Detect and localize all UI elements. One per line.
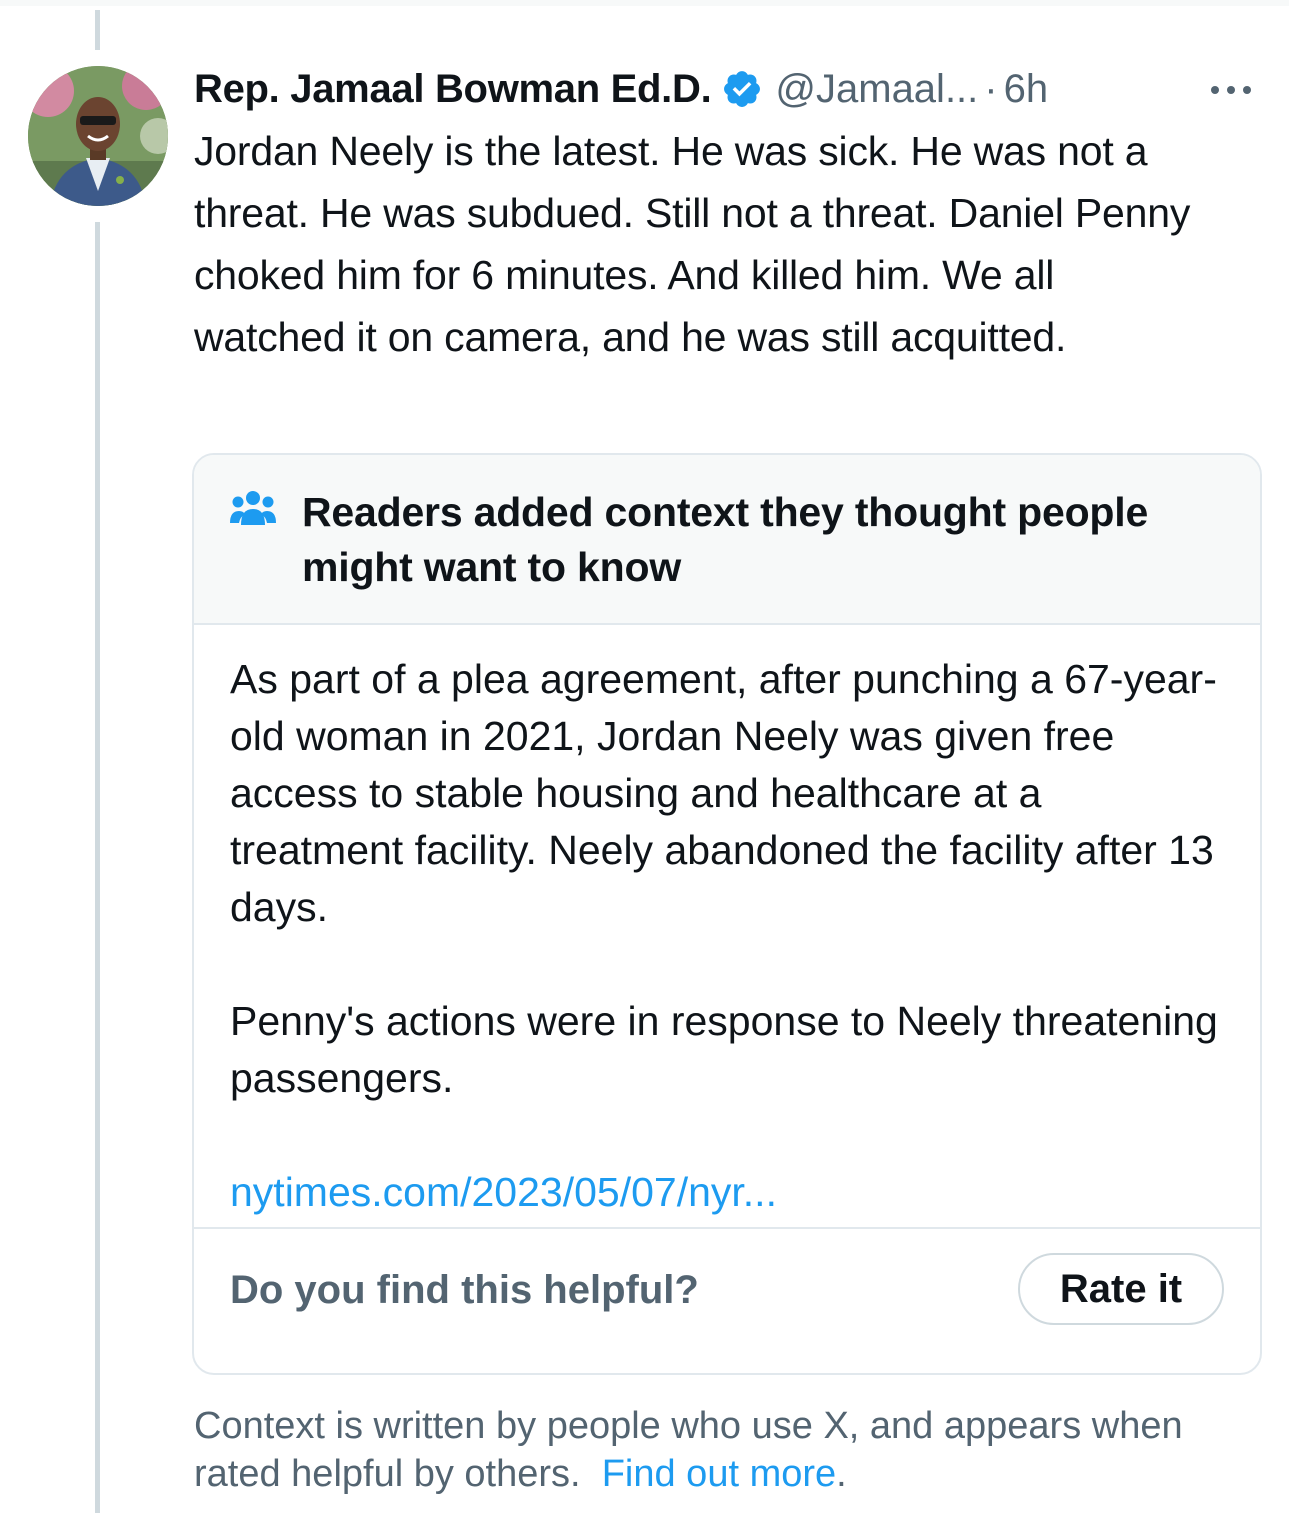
thread-line-top <box>95 10 100 50</box>
helpful-question: Do you find this helpful? <box>230 1268 699 1312</box>
source-link[interactable]: nytimes.com/2023/05/07/nyr... <box>230 1164 1224 1221</box>
context-disclaimer: Context is written by people who use X, … <box>194 1402 1254 1498</box>
thread-line <box>95 222 100 1513</box>
timestamp[interactable]: 6h <box>1004 60 1049 118</box>
rate-it-button[interactable]: Rate it <box>1018 1253 1224 1325</box>
avatar-photo <box>28 66 168 206</box>
people-group-icon <box>230 489 276 529</box>
note-paragraph: As part of a plea agreement, after punch… <box>230 656 1217 930</box>
disclaimer-period: . <box>836 1453 847 1495</box>
header-separator: · <box>984 67 998 111</box>
tweet-header: Rep. Jamaal Bowman Ed.D. @Jamaal... · 6h <box>194 60 1269 118</box>
community-note-title: Readers added context they thought peopl… <box>302 489 1149 590</box>
more-options-icon[interactable] <box>1203 70 1259 110</box>
community-note-footer: Do you find this helpful? Rate it <box>194 1227 1260 1353</box>
avatar[interactable] <box>28 66 168 206</box>
community-note-header: Readers added context they thought peopl… <box>194 455 1260 625</box>
verified-badge-icon[interactable] <box>721 68 763 110</box>
note-paragraph: Penny's actions were in response to Neel… <box>230 998 1218 1101</box>
community-note: Readers added context they thought peopl… <box>192 453 1262 1375</box>
tweet-text: Jordan Neely is the latest. He was sick.… <box>194 128 1191 360</box>
community-note-body: As part of a plea agreement, after punch… <box>194 625 1260 1227</box>
top-divider <box>0 0 1289 6</box>
find-out-more-link[interactable]: Find out more <box>602 1453 836 1495</box>
user-handle[interactable]: @Jamaal... <box>775 60 978 118</box>
display-name[interactable]: Rep. Jamaal Bowman Ed.D. <box>194 60 712 118</box>
tweet[interactable]: Rep. Jamaal Bowman Ed.D. @Jamaal... · 6h… <box>194 60 1269 368</box>
